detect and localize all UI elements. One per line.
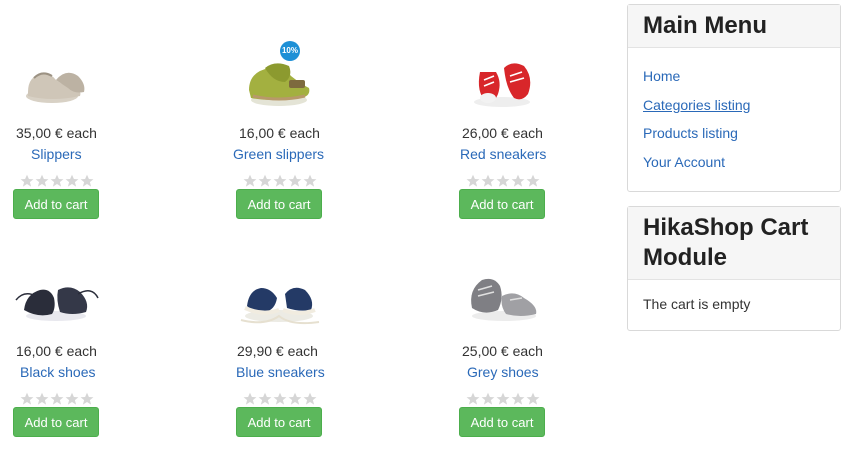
product-name-link[interactable]: Green slippers xyxy=(233,146,324,162)
product-price: 26,00 € each xyxy=(462,125,543,141)
star-empty-icon[interactable] xyxy=(288,174,302,188)
product-name-link[interactable]: Slippers xyxy=(31,146,82,162)
menu-item-categories-listing[interactable]: Categories listing xyxy=(643,91,825,120)
baby-shoe-blue-sneakers-icon[interactable] xyxy=(235,250,323,338)
product-price: 25,00 € each xyxy=(462,343,543,359)
star-empty-icon[interactable] xyxy=(35,392,49,406)
star-empty-icon[interactable] xyxy=(35,174,49,188)
star-empty-icon[interactable] xyxy=(496,392,510,406)
baby-shoe-red-sneakers-icon[interactable] xyxy=(458,32,546,120)
star-empty-icon[interactable] xyxy=(481,174,495,188)
star-empty-icon[interactable] xyxy=(273,174,287,188)
product-price: 16,00 € each xyxy=(16,343,97,359)
star-empty-icon[interactable] xyxy=(303,392,317,406)
add-to-cart-button[interactable]: Add to cart xyxy=(459,407,545,437)
star-empty-icon[interactable] xyxy=(50,174,64,188)
baby-shoe-slippers-icon[interactable] xyxy=(12,32,100,120)
module-header: HikaShop Cart Module xyxy=(628,207,840,280)
menu-item-products-listing[interactable]: Products listing xyxy=(643,119,825,148)
product-name-link[interactable]: Grey shoes xyxy=(467,364,539,380)
add-to-cart-button[interactable]: Add to cart xyxy=(236,189,322,219)
star-empty-icon[interactable] xyxy=(496,174,510,188)
star-empty-icon[interactable] xyxy=(303,174,317,188)
module-header: Main Menu xyxy=(628,5,840,48)
add-to-cart-button[interactable]: Add to cart xyxy=(13,407,99,437)
star-empty-icon[interactable] xyxy=(65,174,79,188)
star-empty-icon[interactable] xyxy=(511,392,525,406)
product-price: 29,90 € each xyxy=(237,343,318,359)
star-empty-icon[interactable] xyxy=(50,392,64,406)
star-empty-icon[interactable] xyxy=(481,392,495,406)
star-empty-icon[interactable] xyxy=(80,392,94,406)
star-empty-icon[interactable] xyxy=(273,392,287,406)
star-empty-icon[interactable] xyxy=(466,392,480,406)
product-price: 16,00 € each xyxy=(239,125,320,141)
product-name-link[interactable]: Black shoes xyxy=(20,364,95,380)
baby-shoe-black-shoes-icon[interactable] xyxy=(12,250,100,338)
menu-item-home[interactable]: Home xyxy=(643,62,825,91)
star-empty-icon[interactable] xyxy=(243,174,257,188)
add-to-cart-button[interactable]: Add to cart xyxy=(13,189,99,219)
main-menu-title: Main Menu xyxy=(643,12,767,39)
rating-stars[interactable] xyxy=(243,392,317,406)
star-empty-icon[interactable] xyxy=(65,392,79,406)
add-to-cart-button[interactable]: Add to cart xyxy=(459,189,545,219)
star-empty-icon[interactable] xyxy=(20,392,34,406)
star-empty-icon[interactable] xyxy=(243,392,257,406)
star-empty-icon[interactable] xyxy=(466,174,480,188)
menu-item-your-account[interactable]: Your Account xyxy=(643,148,825,177)
add-to-cart-button[interactable]: Add to cart xyxy=(236,407,322,437)
rating-stars[interactable] xyxy=(20,392,94,406)
cart-module: HikaShop Cart Module The cart is empty xyxy=(627,206,841,331)
star-empty-icon[interactable] xyxy=(526,392,540,406)
product-name-link[interactable]: Red sneakers xyxy=(460,146,546,162)
cart-module-title: HikaShop Cart Module xyxy=(643,214,809,271)
star-empty-icon[interactable] xyxy=(526,174,540,188)
star-empty-icon[interactable] xyxy=(258,392,272,406)
baby-shoe-grey-shoes-icon[interactable] xyxy=(458,250,546,338)
main-menu-list: Home Categories listing Products listing… xyxy=(628,48,840,186)
star-empty-icon[interactable] xyxy=(511,174,525,188)
rating-stars[interactable] xyxy=(243,174,317,188)
product-name-link[interactable]: Blue sneakers xyxy=(236,364,325,380)
rating-stars[interactable] xyxy=(466,174,540,188)
product-price: 35,00 € each xyxy=(16,125,97,141)
rating-stars[interactable] xyxy=(466,392,540,406)
main-menu-module: Main Menu Home Categories listing Produc… xyxy=(627,4,841,192)
star-empty-icon[interactable] xyxy=(258,174,272,188)
star-empty-icon[interactable] xyxy=(80,174,94,188)
rating-stars[interactable] xyxy=(20,174,94,188)
star-empty-icon[interactable] xyxy=(20,174,34,188)
product-listing: 35,00 € each Slippers Add to cart 10% 16… xyxy=(0,0,600,450)
discount-badge: 10% xyxy=(280,41,300,61)
cart-empty-message: The cart is empty xyxy=(643,296,751,312)
star-empty-icon[interactable] xyxy=(288,392,302,406)
baby-shoe-green-slippers-icon[interactable] xyxy=(235,32,323,120)
